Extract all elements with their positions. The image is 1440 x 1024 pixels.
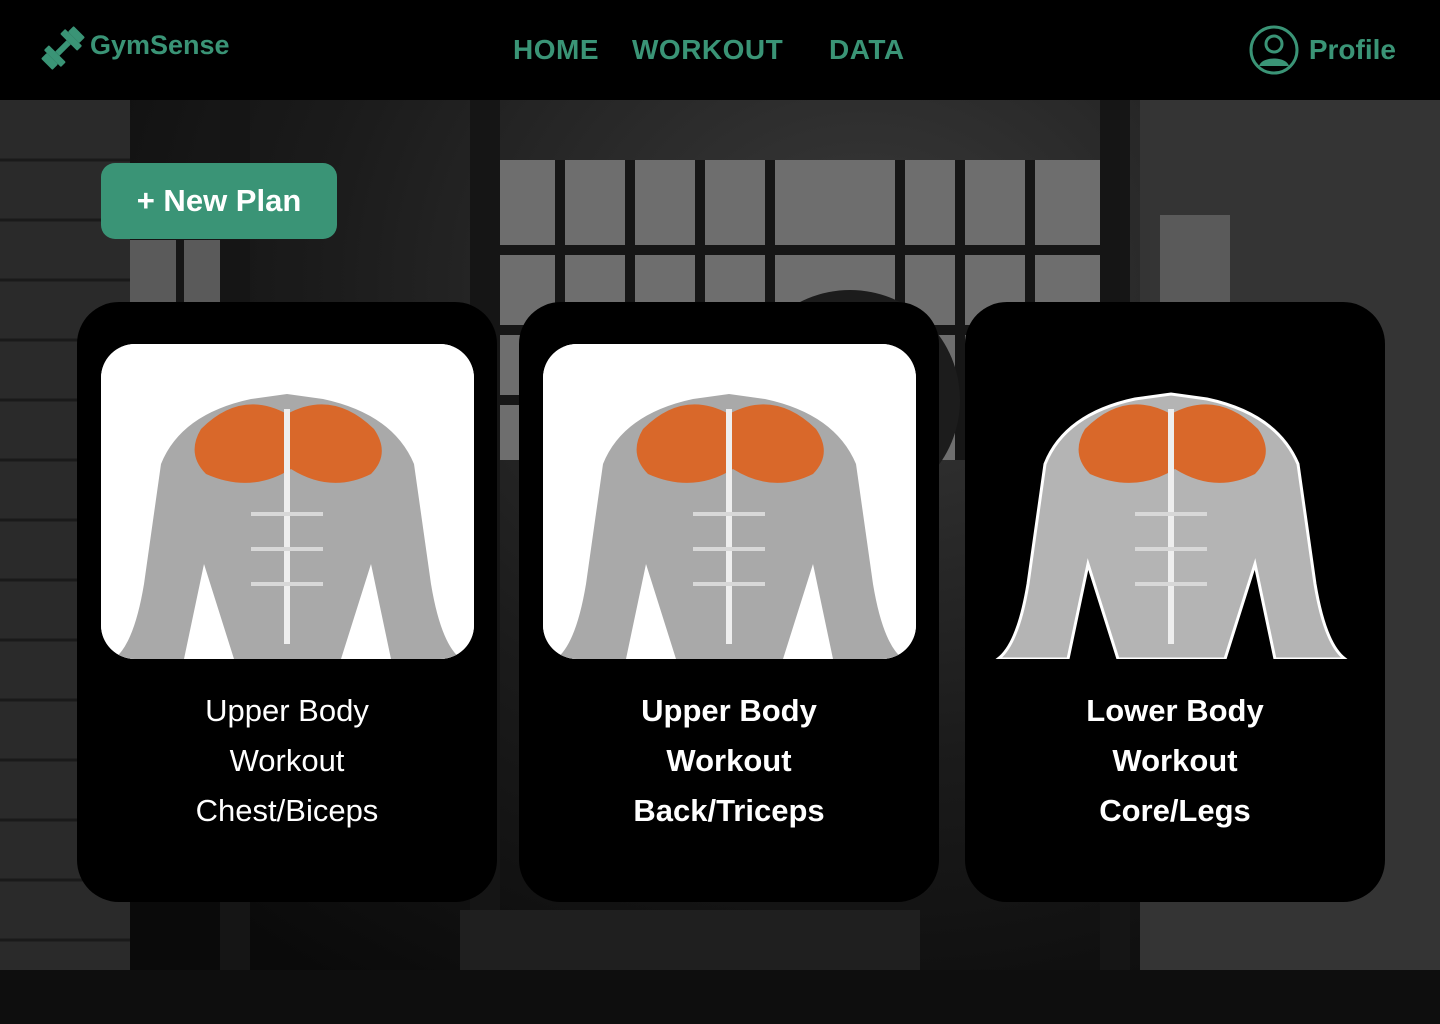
card-title-line2: Workout (666, 743, 792, 778)
workout-plans-page: GymSense HOME WORKOUT DATA Profile + New… (0, 0, 1440, 1024)
nav-data[interactable]: DATA (829, 34, 905, 66)
card-title-line3: Back/Triceps (633, 793, 825, 828)
user-circle-icon (1249, 25, 1299, 75)
card-title: Lower Body Workout Core/Legs (965, 686, 1385, 836)
card-title-line1: Upper Body (641, 693, 817, 728)
nav-home[interactable]: HOME (513, 34, 599, 66)
chest-muscle-image (101, 344, 474, 659)
card-title-line1: Lower Body (1086, 693, 1264, 728)
profile-label: Profile (1308, 34, 1396, 65)
workout-plan-card-core-legs[interactable]: Lower Body Workout Core/Legs (965, 302, 1385, 902)
card-title-line2: Workout (1112, 743, 1238, 778)
profile-link[interactable]: Profile (1249, 25, 1396, 75)
card-title-line2: Workout (229, 743, 345, 778)
nav-workout[interactable]: WORKOUT (632, 34, 783, 66)
card-title-line3: Core/Legs (1099, 793, 1251, 828)
new-plan-button[interactable]: + New Plan (101, 163, 337, 239)
card-title-line1: Upper Body (205, 693, 369, 728)
card-title-line3: Chest/Biceps (195, 793, 379, 828)
card-title: Upper Body Workout Chest/Biceps (77, 686, 497, 836)
workout-plan-card-back-triceps[interactable]: Upper Body Workout Back/Triceps (519, 302, 939, 902)
brand-name: GymSense (90, 29, 230, 60)
chest-muscle-image (985, 344, 1358, 659)
workout-plan-card-chest-biceps[interactable]: Upper Body Workout Chest/Biceps (77, 302, 497, 902)
brand-logo[interactable]: GymSense (38, 22, 230, 74)
top-navbar: GymSense HOME WORKOUT DATA Profile (0, 0, 1440, 100)
chest-muscle-image (543, 344, 916, 659)
dumbbell-icon (41, 26, 85, 70)
card-title: Upper Body Workout Back/Triceps (519, 686, 939, 836)
